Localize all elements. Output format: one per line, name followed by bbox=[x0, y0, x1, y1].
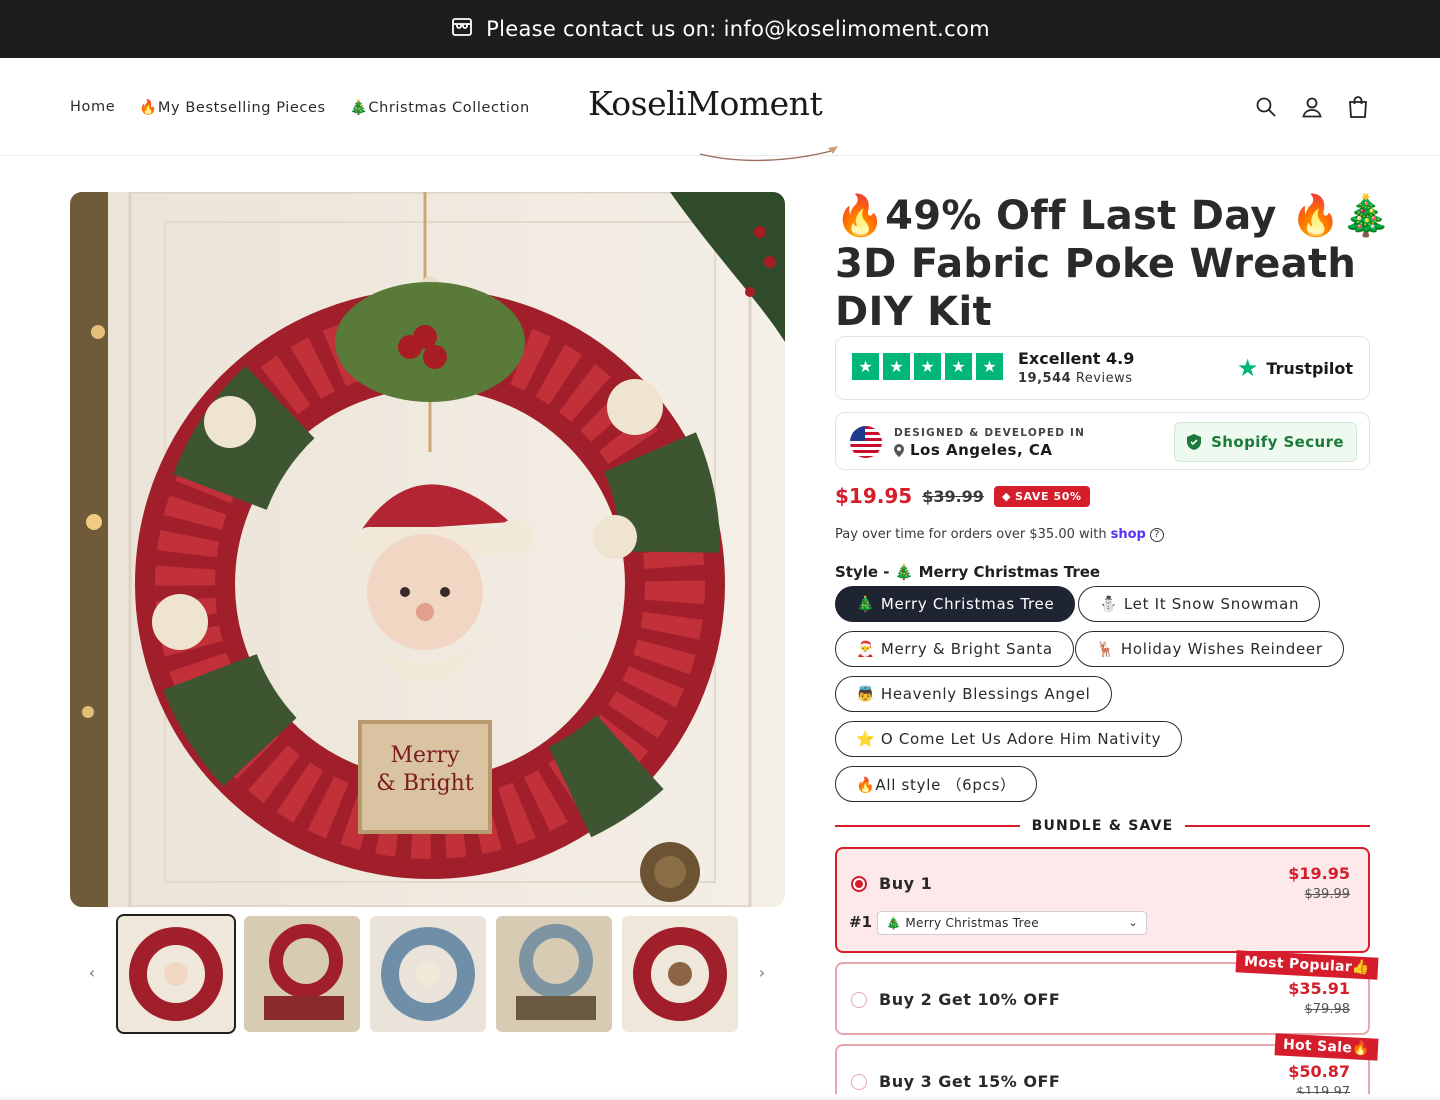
announcement-text: Please contact us on: info@koselimoment.… bbox=[486, 17, 990, 41]
bundle-title: BUNDLE & SAVE bbox=[835, 816, 1371, 836]
style-option-all[interactable]: 🔥All style （6pcs） bbox=[835, 766, 1037, 802]
location-pin-icon bbox=[894, 443, 904, 457]
thumb-next-icon[interactable]: › bbox=[750, 960, 774, 984]
origin-badge: DESIGNED & DEVELOPED IN Los Angeles, CA … bbox=[835, 412, 1370, 470]
style-option-angel[interactable]: 👼 Heavenly Blessings Angel bbox=[835, 676, 1112, 712]
trustpilot-widget[interactable]: ★ ★ ★ ★ ★ Excellent 4.9 19,544 Reviews ★… bbox=[835, 336, 1370, 400]
trustpilot-star-icon: ★ bbox=[1236, 354, 1259, 382]
style-option-nativity[interactable]: ⭐ O Come Let Us Adore Him Nativity bbox=[835, 721, 1183, 757]
offer-price: $50.87 bbox=[1288, 1062, 1350, 1081]
offer-style-select[interactable]: 🎄 Merry Christmas Tree ⌄ bbox=[877, 911, 1147, 935]
most-popular-ribbon: Most Popular👍 bbox=[1235, 950, 1379, 980]
trust-stars: ★ ★ ★ ★ ★ bbox=[852, 353, 1003, 380]
shopify-secure-badge: Shopify Secure bbox=[1174, 422, 1357, 462]
compare-price: $39.99 bbox=[922, 486, 984, 506]
origin-city: Los Angeles, CA bbox=[894, 441, 1053, 459]
product-title: 🔥49% Off Last Day 🔥🎄 3D Fabric Poke Wrea… bbox=[835, 193, 1392, 335]
style-label: Style - 🎄 Merry Christmas Tree bbox=[835, 563, 1101, 581]
installments-text: Pay over time for orders over $35.00 wit… bbox=[835, 527, 1164, 542]
page-bottom-shadow bbox=[0, 1094, 1440, 1100]
offer-radio[interactable] bbox=[851, 992, 867, 1008]
chevron-down-icon: ⌄ bbox=[1128, 916, 1138, 929]
star-icon: ★ bbox=[914, 353, 941, 380]
thumbnail-strip: ‹ › bbox=[70, 914, 785, 1034]
offer-item-number: #1 bbox=[849, 913, 873, 931]
style-option-christmas-tree[interactable]: 🎄 Merry Christmas Tree bbox=[835, 586, 1076, 622]
offer-name: Buy 3 Get 15% OFF bbox=[879, 1072, 1061, 1091]
style-option-snowman[interactable]: ⛄ Let It Snow Snowman bbox=[1078, 586, 1321, 622]
offer-radio[interactable] bbox=[851, 876, 867, 892]
nav-bestselling[interactable]: 🔥My Bestselling Pieces bbox=[139, 99, 325, 116]
price-row: $19.95 $39.99 ◆ SAVE 50% bbox=[835, 482, 1090, 510]
announcement-bar: Please contact us on: info@koselimoment.… bbox=[0, 0, 1440, 58]
thumbnail-4[interactable] bbox=[496, 916, 612, 1032]
offer-radio[interactable] bbox=[851, 1074, 867, 1090]
svg-text:& Bright: & Bright bbox=[376, 771, 474, 796]
svg-text:Merry: Merry bbox=[390, 743, 460, 768]
store-icon bbox=[450, 15, 474, 44]
thumbnail-1[interactable] bbox=[116, 914, 236, 1034]
offer-price: $19.95 bbox=[1288, 864, 1350, 883]
save-badge: ◆ SAVE 50% bbox=[993, 485, 1090, 507]
nav-home[interactable]: Home bbox=[70, 99, 115, 115]
sale-price: $19.95 bbox=[835, 484, 913, 508]
product-main-image[interactable]: Merry & Bright bbox=[70, 192, 785, 907]
thumbnail-2[interactable] bbox=[244, 916, 360, 1032]
offer-buy-3[interactable]: Buy 3 Get 15% OFF $50.87 $119.97 Hot Sal… bbox=[835, 1033, 1379, 1100]
star-icon: ★ bbox=[852, 353, 879, 380]
tag-icon: ◆ bbox=[1001, 489, 1011, 503]
hot-sale-ribbon: Hot Sale🔥 bbox=[1274, 1033, 1379, 1061]
help-icon[interactable]: ? bbox=[1149, 527, 1164, 542]
account-icon[interactable] bbox=[1300, 95, 1324, 119]
star-icon: ★ bbox=[883, 353, 910, 380]
offer-buy-2[interactable]: Buy 2 Get 10% OFF $35.91 $79.98 Most Pop… bbox=[835, 950, 1379, 1035]
shop-pay-logo[interactable]: shop bbox=[1111, 527, 1146, 542]
offer-name: Buy 1 bbox=[879, 874, 933, 893]
site-header: Home 🔥My Bestselling Pieces 🎄Christmas C… bbox=[0, 58, 1440, 162]
star-icon: ★ bbox=[945, 353, 972, 380]
nav-christmas-collection[interactable]: 🎄Christmas Collection bbox=[350, 99, 530, 116]
search-icon[interactable] bbox=[1254, 95, 1278, 119]
offer-compare: $39.99 bbox=[1304, 887, 1351, 902]
origin-label: DESIGNED & DEVELOPED IN bbox=[894, 427, 1086, 439]
offer-buy-1[interactable]: Buy 1 $19.95 $39.99 #1 🎄 Merry Christmas… bbox=[835, 847, 1370, 953]
style-option-santa[interactable]: 🎅 Merry & Bright Santa bbox=[835, 631, 1074, 667]
main-nav: Home 🔥My Bestselling Pieces 🎄Christmas C… bbox=[70, 58, 530, 156]
thumbnail-5[interactable] bbox=[622, 916, 738, 1032]
offer-compare: $79.98 bbox=[1304, 1002, 1351, 1017]
shield-check-icon bbox=[1187, 434, 1202, 450]
style-option-reindeer[interactable]: 🦌 Holiday Wishes Reindeer bbox=[1075, 631, 1344, 667]
thumb-prev-icon[interactable]: ‹ bbox=[80, 960, 104, 984]
thumbnail-3[interactable] bbox=[370, 916, 486, 1032]
trustpilot-brand: ★ Trustpilot bbox=[1236, 354, 1353, 382]
star-icon: ★ bbox=[976, 353, 1003, 380]
trust-reviews: 19,544 Reviews bbox=[1018, 371, 1133, 386]
offer-name: Buy 2 Get 10% OFF bbox=[879, 990, 1061, 1009]
offer-price: $35.91 bbox=[1288, 979, 1350, 998]
site-logo[interactable]: KoseliMoment bbox=[588, 84, 823, 123]
logo-swash bbox=[699, 146, 838, 162]
us-flag-icon bbox=[850, 426, 882, 458]
trust-score: Excellent 4.9 bbox=[1018, 349, 1135, 368]
header-icons bbox=[1254, 58, 1370, 156]
cart-icon[interactable] bbox=[1346, 95, 1370, 119]
